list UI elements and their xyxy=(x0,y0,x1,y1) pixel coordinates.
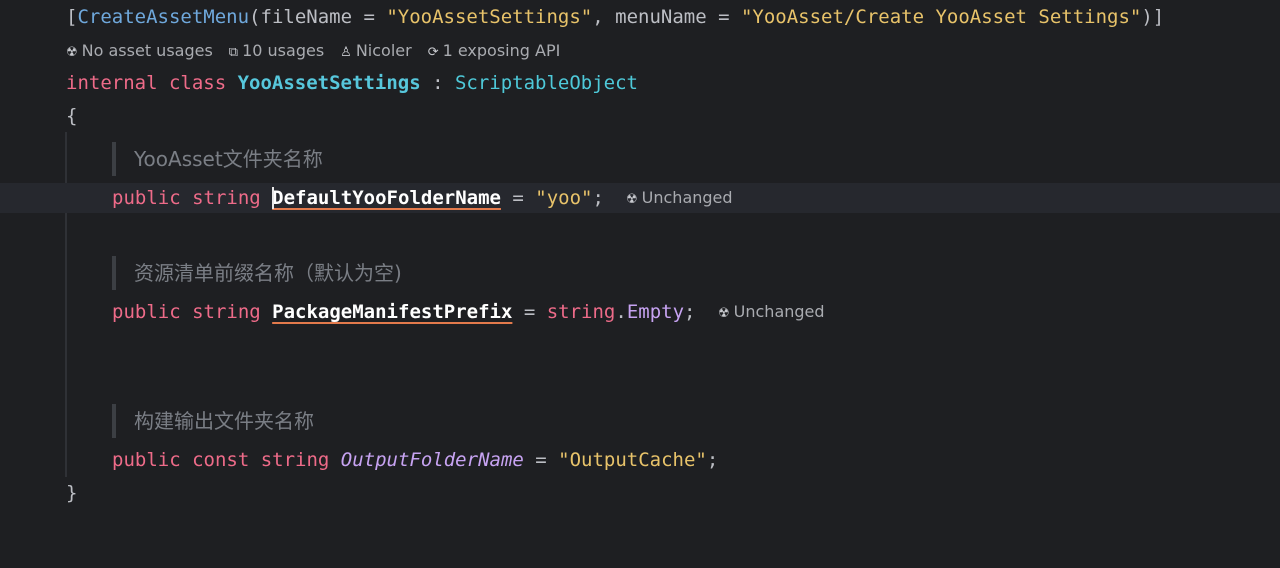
paren-open: ( xyxy=(249,6,261,28)
code-line-brace-close[interactable]: } xyxy=(0,478,1280,508)
unchanged-hint[interactable]: ☢ Unchanged xyxy=(718,297,825,329)
unity-icon: ☢ xyxy=(626,192,638,207)
code-editor[interactable]: [CreateAssetMenu(fileName = "YooAssetSet… xyxy=(0,0,1280,515)
base-class[interactable]: ScriptableObject xyxy=(455,72,638,94)
unchanged-hint[interactable]: ☢ Unchanged xyxy=(626,183,733,215)
exposing-api-hint[interactable]: ⟳ 1 exposing API xyxy=(428,41,561,60)
equals: = xyxy=(500,187,536,209)
attribute-arg-filename: fileName xyxy=(260,6,353,28)
attribute-arg-filename-value: "YooAssetSettings" xyxy=(386,6,593,28)
value-member[interactable]: Empty xyxy=(627,301,684,323)
attribute-name: CreateAssetMenu xyxy=(77,6,250,28)
code-line-brace-open[interactable]: { xyxy=(0,101,1280,131)
bracket-close: )] xyxy=(1141,6,1165,28)
semicolon: ; xyxy=(592,187,604,209)
asset-usages-hint[interactable]: ☢ No asset usages xyxy=(66,41,213,60)
doc-comment-default-folder: YooAsset文件夹名称 xyxy=(134,147,323,171)
equals: = xyxy=(706,6,741,28)
field-value: "yoo" xyxy=(535,187,593,209)
doc-comment-bar xyxy=(112,142,116,176)
text-caret xyxy=(272,186,275,209)
unity-icon: ☢ xyxy=(718,306,730,321)
class-name[interactable]: YooAssetSettings xyxy=(238,72,421,94)
field-value: "OutputCache" xyxy=(558,449,707,471)
attribute-code: [CreateAssetMenu(fileName = "YooAssetSet… xyxy=(66,2,1164,32)
code-line-field-manifest-prefix[interactable]: public string PackageManifestPrefix = st… xyxy=(0,297,1280,327)
code-line-field-output-folder[interactable]: public const string OutputFolderName = "… xyxy=(0,445,1280,475)
code-line-attribute[interactable]: [CreateAssetMenu(fileName = "YooAssetSet… xyxy=(0,2,1280,32)
field-modifiers: public string xyxy=(112,301,261,323)
field-name-default-folder[interactable]: DefaultYooFolderName xyxy=(272,187,501,209)
equals: = xyxy=(512,301,547,323)
field-name-output-folder[interactable]: OutputFolderName xyxy=(341,449,524,471)
author-icon: ♙ xyxy=(340,45,352,60)
attribute-arg-menuname-value: "YooAsset/Create YooAsset Settings" xyxy=(740,6,1142,28)
api-icon: ⟳ xyxy=(427,45,439,60)
field-modifiers: public string xyxy=(112,187,261,209)
semicolon: ; xyxy=(706,449,719,471)
field-name-manifest-prefix[interactable]: PackageManifestPrefix xyxy=(272,301,512,323)
doc-comment-bar xyxy=(112,256,116,290)
code-line-class-decl[interactable]: internal class YooAssetSettings : Script… xyxy=(0,68,1280,98)
equals: = xyxy=(352,6,387,28)
author-hint[interactable]: ♙ Nicoler xyxy=(340,41,412,60)
attribute-arg-menuname: menuName xyxy=(615,6,707,28)
bracket-open: [ xyxy=(66,6,78,28)
usages-icon: ⧉ xyxy=(228,45,239,60)
doc-comment-manifest-prefix: 资源清单前缀名称（默认为空) xyxy=(134,261,402,285)
dot: . xyxy=(615,301,627,323)
semicolon: ; xyxy=(684,301,696,323)
comma: , xyxy=(592,6,616,28)
usages-hint[interactable]: ⧉ 10 usages xyxy=(229,41,324,60)
brace-close: } xyxy=(66,482,78,504)
doc-comment-bar xyxy=(112,404,116,438)
brace-open: { xyxy=(66,105,78,127)
equals: = xyxy=(523,449,559,471)
value-type: string xyxy=(546,301,616,323)
doc-comment-output-folder: 构建输出文件夹名称 xyxy=(134,409,314,433)
unity-icon: ☢ xyxy=(66,45,78,60)
class-modifiers: internal class xyxy=(66,72,227,94)
colon: : xyxy=(420,72,455,94)
field-modifiers: public const string xyxy=(112,449,330,471)
code-vision-bar: ☢ No asset usages ⧉ 10 usages ♙ Nicoler ⟳ 1 exp… xyxy=(66,39,560,63)
code-line-field-default-folder[interactable]: public string DefaultYooFolderName = "yo… xyxy=(0,183,1280,213)
